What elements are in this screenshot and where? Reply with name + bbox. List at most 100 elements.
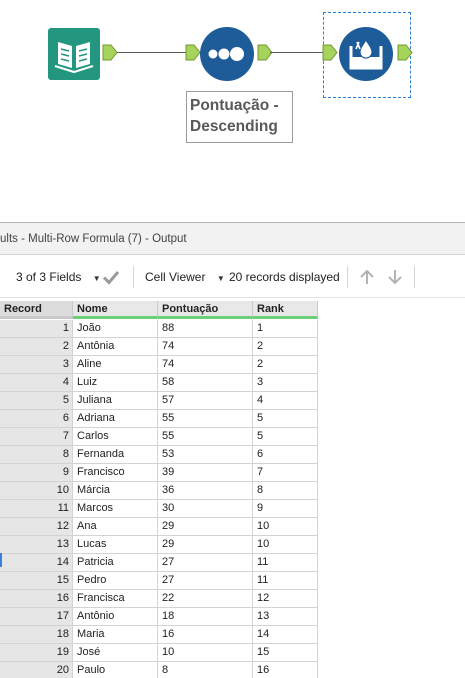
record-cell[interactable]: 8 xyxy=(0,446,73,464)
pontuacao-cell[interactable]: 36 xyxy=(158,482,253,500)
column-header-record[interactable]: Record xyxy=(0,301,73,319)
record-cell[interactable]: 19 xyxy=(0,644,73,662)
table-row[interactable]: 1 João 88 1 xyxy=(0,320,320,338)
nome-cell[interactable]: João xyxy=(73,320,158,338)
table-row[interactable]: 4 Luiz 58 3 xyxy=(0,374,320,392)
input-tool-output-anchor[interactable] xyxy=(102,44,118,61)
connection-line[interactable] xyxy=(270,52,324,53)
rank-cell[interactable]: 6 xyxy=(253,446,318,464)
pontuacao-cell[interactable]: 57 xyxy=(158,392,253,410)
nome-cell[interactable]: Luiz xyxy=(73,374,158,392)
nome-cell[interactable]: Ana xyxy=(73,518,158,536)
table-row[interactable]: 6 Adriana 55 5 xyxy=(0,410,320,428)
table-row[interactable]: 10 Márcia 36 8 xyxy=(0,482,320,500)
rank-cell[interactable]: 13 xyxy=(253,608,318,626)
multirow-tool-output-anchor[interactable] xyxy=(397,44,413,61)
rank-cell[interactable]: 1 xyxy=(253,320,318,338)
record-cell[interactable]: 12 xyxy=(0,518,73,536)
table-row[interactable]: 5 Juliana 57 4 xyxy=(0,392,320,410)
table-row[interactable]: 13 Lucas 29 10 xyxy=(0,536,320,554)
pontuacao-cell[interactable]: 55 xyxy=(158,428,253,446)
table-row[interactable]: 15 Pedro 27 11 xyxy=(0,572,320,590)
nome-cell[interactable]: Patricia xyxy=(73,554,158,572)
nome-cell[interactable]: Marcos xyxy=(73,500,158,518)
column-header-rank[interactable]: Rank xyxy=(253,301,318,319)
pontuacao-cell[interactable]: 88 xyxy=(158,320,253,338)
rank-cell[interactable]: 8 xyxy=(253,482,318,500)
pontuacao-cell[interactable]: 39 xyxy=(158,464,253,482)
pontuacao-cell[interactable]: 10 xyxy=(158,644,253,662)
table-row[interactable]: 9 Francisco 39 7 xyxy=(0,464,320,482)
record-cell[interactable]: 11 xyxy=(0,500,73,518)
record-cell[interactable]: 18 xyxy=(0,626,73,644)
table-row[interactable]: 16 Francisca 22 12 xyxy=(0,590,320,608)
arrow-up-icon[interactable] xyxy=(358,268,376,286)
rank-cell[interactable]: 5 xyxy=(253,410,318,428)
record-cell[interactable]: 20 xyxy=(0,662,73,678)
pontuacao-cell[interactable]: 29 xyxy=(158,536,253,554)
nome-cell[interactable]: Francisca xyxy=(73,590,158,608)
pontuacao-cell[interactable]: 53 xyxy=(158,446,253,464)
record-cell[interactable]: 4 xyxy=(0,374,73,392)
table-row[interactable]: 12 Ana 29 10 xyxy=(0,518,320,536)
table-row[interactable]: 14 Patricia 27 11 xyxy=(0,554,320,572)
table-row[interactable]: 7 Carlos 55 5 xyxy=(0,428,320,446)
pontuacao-cell[interactable]: 29 xyxy=(158,518,253,536)
nome-cell[interactable]: Juliana xyxy=(73,392,158,410)
sort-tool[interactable] xyxy=(199,26,255,82)
table-row[interactable]: 19 José 10 15 xyxy=(0,644,320,662)
rank-cell[interactable]: 12 xyxy=(253,590,318,608)
rank-cell[interactable]: 15 xyxy=(253,644,318,662)
viewer-selector[interactable]: Cell Viewer ▼ xyxy=(145,256,225,298)
nome-cell[interactable]: Márcia xyxy=(73,482,158,500)
rank-cell[interactable]: 2 xyxy=(253,356,318,374)
nome-cell[interactable]: Carlos xyxy=(73,428,158,446)
pontuacao-cell[interactable]: 18 xyxy=(158,608,253,626)
column-header-pontuacao[interactable]: Pontuação xyxy=(158,301,253,319)
multirow-tool-input-anchor[interactable] xyxy=(322,44,338,61)
nome-cell[interactable]: Pedro xyxy=(73,572,158,590)
pontuacao-cell[interactable]: 27 xyxy=(158,572,253,590)
rank-cell[interactable]: 7 xyxy=(253,464,318,482)
workflow-canvas[interactable]: Pontuação - Descending xyxy=(0,0,465,222)
record-cell[interactable]: 5 xyxy=(0,392,73,410)
connection-line[interactable] xyxy=(117,52,190,53)
table-row[interactable]: 17 Antônio 18 13 xyxy=(0,608,320,626)
table-row[interactable]: 20 Paulo 8 16 xyxy=(0,662,320,678)
rank-cell[interactable]: 5 xyxy=(253,428,318,446)
tool-annotation[interactable]: Pontuação - Descending xyxy=(186,91,293,143)
record-cell[interactable]: 13 xyxy=(0,536,73,554)
record-cell[interactable]: 9 xyxy=(0,464,73,482)
rank-cell[interactable]: 11 xyxy=(253,554,318,572)
checkmark-icon[interactable] xyxy=(102,268,120,286)
rank-cell[interactable]: 4 xyxy=(253,392,318,410)
rank-cell[interactable]: 10 xyxy=(253,536,318,554)
pontuacao-cell[interactable]: 8 xyxy=(158,662,253,678)
pontuacao-cell[interactable]: 22 xyxy=(158,590,253,608)
nome-cell[interactable]: Francisco xyxy=(73,464,158,482)
rank-cell[interactable]: 11 xyxy=(253,572,318,590)
pontuacao-cell[interactable]: 58 xyxy=(158,374,253,392)
record-cell[interactable]: 17 xyxy=(0,608,73,626)
table-row[interactable]: 3 Aline 74 2 xyxy=(0,356,320,374)
nome-cell[interactable]: Antônia xyxy=(73,338,158,356)
table-row[interactable]: 18 Maria 16 14 xyxy=(0,626,320,644)
pontuacao-cell[interactable]: 27 xyxy=(158,554,253,572)
pontuacao-cell[interactable]: 30 xyxy=(158,500,253,518)
record-cell[interactable]: 10 xyxy=(0,482,73,500)
rank-cell[interactable]: 3 xyxy=(253,374,318,392)
rank-cell[interactable]: 14 xyxy=(253,626,318,644)
nome-cell[interactable]: Paulo xyxy=(73,662,158,678)
table-row[interactable]: 2 Antônia 74 2 xyxy=(0,338,320,356)
record-cell[interactable]: 14 xyxy=(0,554,73,572)
nome-cell[interactable]: Fernanda xyxy=(73,446,158,464)
record-cell[interactable]: 15 xyxy=(0,572,73,590)
column-header-nome[interactable]: Nome xyxy=(73,301,158,319)
fields-selector[interactable]: 3 of 3 Fields ▼ xyxy=(16,256,101,298)
record-cell[interactable]: 16 xyxy=(0,590,73,608)
pontuacao-cell[interactable]: 74 xyxy=(158,356,253,374)
record-cell[interactable]: 3 xyxy=(0,356,73,374)
table-row[interactable]: 8 Fernanda 53 6 xyxy=(0,446,320,464)
rank-cell[interactable]: 2 xyxy=(253,338,318,356)
pontuacao-cell[interactable]: 74 xyxy=(158,338,253,356)
